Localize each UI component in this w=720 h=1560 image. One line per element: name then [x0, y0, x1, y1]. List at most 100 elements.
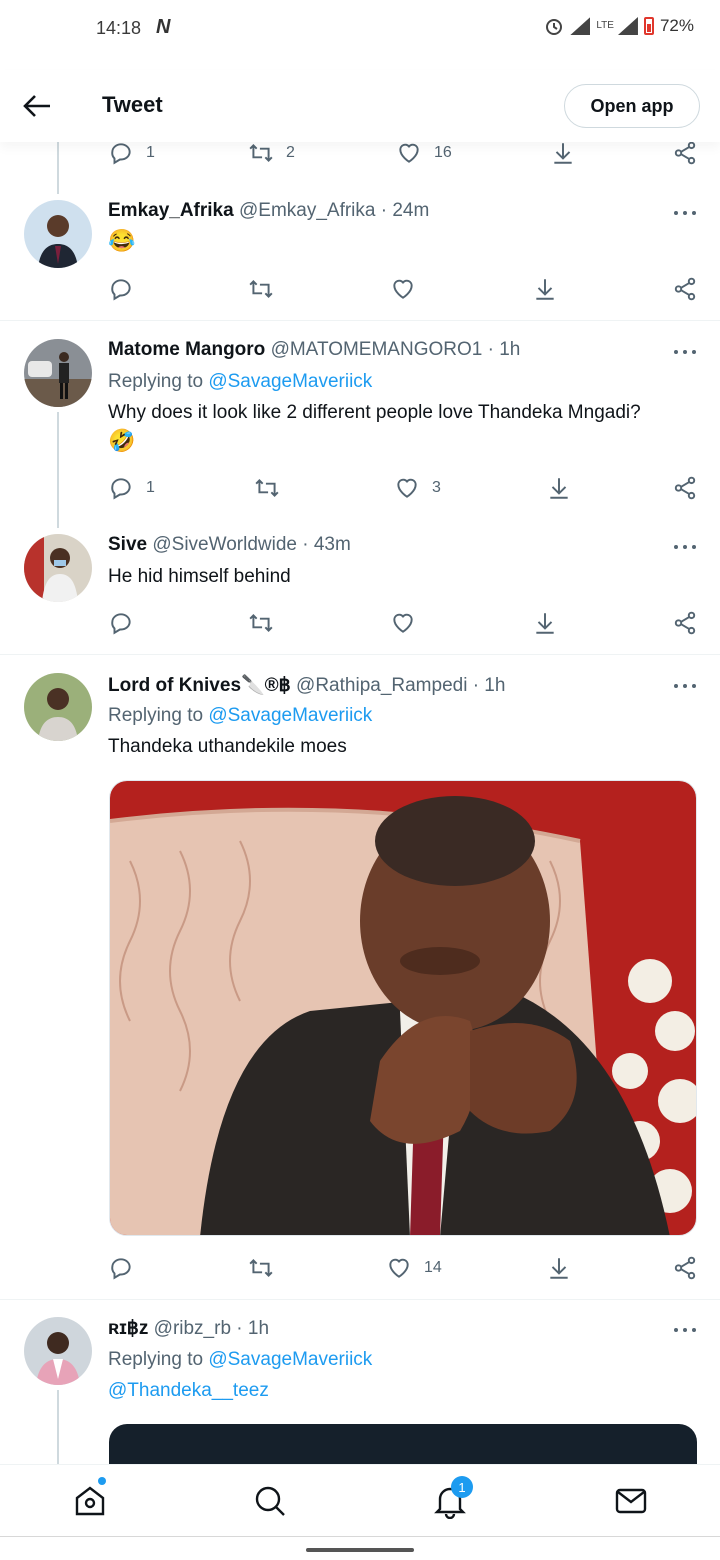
- avatar[interactable]: [24, 1317, 92, 1385]
- more-options-button[interactable]: [674, 1328, 696, 1334]
- thread-line: [57, 142, 59, 194]
- like-count: 16: [434, 144, 452, 161]
- retweet-button[interactable]: [248, 276, 274, 302]
- tweet-photo[interactable]: [109, 780, 697, 1236]
- more-options-button[interactable]: [674, 684, 696, 690]
- handle-time: @Rathipa_Rampedi · 1h: [296, 675, 506, 696]
- share-button[interactable]: [672, 610, 698, 636]
- heart-icon: [393, 613, 413, 633]
- share-button[interactable]: [672, 140, 698, 166]
- download-button[interactable]: [532, 610, 558, 636]
- display-name[interactable]: Lord of Knives🔪®฿: [108, 675, 291, 696]
- retweet-icon: [249, 614, 273, 632]
- tweet-text: He hid himself behind: [108, 566, 291, 587]
- like-button[interactable]: 16: [396, 140, 452, 166]
- reply-button[interactable]: [108, 1255, 134, 1281]
- like-button[interactable]: [390, 276, 416, 302]
- retweet-icon: [249, 280, 273, 298]
- heart-icon: [397, 478, 417, 498]
- share-button[interactable]: [672, 1255, 698, 1281]
- retweet-button[interactable]: [248, 610, 274, 636]
- reply-button[interactable]: [108, 276, 134, 302]
- download-icon: [536, 279, 554, 300]
- retweet-count: 2: [286, 144, 295, 161]
- reply-button[interactable]: 1: [108, 475, 155, 501]
- replying-to-label: Replying to: [108, 371, 209, 392]
- mention-link[interactable]: @SavageMaveriick: [208, 1349, 372, 1370]
- search-icon[interactable]: [252, 1483, 288, 1519]
- notifications-badge: 1: [451, 1476, 473, 1498]
- replying-to: Replying to @SavageMaveriick: [108, 371, 372, 393]
- share-icon: [674, 1256, 696, 1280]
- mention-link[interactable]: @Thandeka__teez: [108, 1380, 269, 1402]
- retweet-button[interactable]: 2: [248, 140, 295, 166]
- display-name[interactable]: Emkay_Afrika: [108, 200, 234, 221]
- tweet-text: 😂: [108, 228, 136, 253]
- tweet-actions: 1 2 16: [108, 140, 700, 168]
- retweet-icon: [255, 479, 279, 497]
- like-count: 14: [424, 1259, 442, 1276]
- network-type: LTE: [596, 20, 614, 31]
- like-button[interactable]: 3: [394, 475, 441, 501]
- more-options-button[interactable]: [674, 211, 696, 217]
- avatar[interactable]: [24, 673, 92, 741]
- download-button[interactable]: [532, 276, 558, 302]
- mention-link[interactable]: @SavageMaveriick: [208, 371, 372, 392]
- battery-icon: [643, 17, 654, 35]
- thread-line: [57, 1390, 59, 1464]
- more-options-button[interactable]: [674, 545, 696, 551]
- tweet-text: Why does it look like 2 different people…: [108, 402, 641, 423]
- like-button[interactable]: 14: [386, 1255, 442, 1281]
- tweet-actions: 14: [108, 1255, 700, 1283]
- tweet-actions: [108, 610, 700, 638]
- reply-button[interactable]: 1: [108, 140, 155, 166]
- reply-count: 1: [146, 144, 155, 161]
- avatar[interactable]: [24, 200, 92, 268]
- retweet-button[interactable]: [254, 475, 280, 501]
- status-icons: LTE 72%: [544, 16, 694, 36]
- back-arrow-icon[interactable]: [22, 92, 52, 120]
- tweet-header: ʀɪ฿ᴢ @ribz_rb · 1h: [108, 1317, 269, 1340]
- retweet-button[interactable]: [248, 1255, 274, 1281]
- page-title: Tweet: [102, 92, 163, 117]
- display-name[interactable]: Sive: [108, 534, 147, 555]
- share-icon: [674, 141, 696, 165]
- battery-percent: 72%: [659, 16, 694, 35]
- tweet-header: Matome Mangoro @MATOMEMANGORO1 · 1h: [108, 339, 520, 361]
- avatar[interactable]: [24, 534, 92, 602]
- like-count: 3: [432, 479, 441, 496]
- reply-icon: [111, 279, 131, 301]
- download-icon: [550, 1258, 568, 1279]
- download-button[interactable]: [546, 475, 572, 501]
- open-app-button[interactable]: Open app: [564, 84, 700, 128]
- tweet-emoji: 🤣: [108, 428, 136, 453]
- status-time: 14:18: [96, 18, 142, 38]
- replying-to-label: Replying to: [108, 1349, 209, 1370]
- reply-icon: [111, 143, 131, 165]
- download-icon: [550, 478, 568, 499]
- tweet-header: Sive @SiveWorldwide · 43m: [108, 534, 351, 556]
- share-icon: [674, 277, 696, 301]
- retweet-icon: [249, 1259, 273, 1277]
- more-options-button[interactable]: [674, 350, 696, 356]
- share-button[interactable]: [672, 276, 698, 302]
- avatar[interactable]: [24, 339, 92, 407]
- wifi-signal-icon: [570, 17, 591, 35]
- display-name[interactable]: ʀɪ฿ᴢ: [108, 1318, 148, 1339]
- messages-icon[interactable]: [613, 1483, 649, 1519]
- mention-link[interactable]: @SavageMaveriick: [208, 705, 372, 726]
- replying-to: Replying to @SavageMaveriick: [108, 705, 372, 727]
- gesture-bar[interactable]: [306, 1548, 414, 1552]
- download-button[interactable]: [546, 1255, 572, 1281]
- heart-icon: [389, 1258, 409, 1278]
- home-icon[interactable]: [72, 1483, 108, 1519]
- like-button[interactable]: [390, 610, 416, 636]
- bottom-nav: 1: [0, 1464, 720, 1537]
- download-button[interactable]: [550, 140, 576, 166]
- share-button[interactable]: [672, 475, 698, 501]
- display-name[interactable]: Matome Mangoro: [108, 339, 265, 360]
- handle-time: @Emkay_Afrika · 24m: [238, 200, 430, 221]
- share-icon: [674, 611, 696, 635]
- reply-button[interactable]: [108, 610, 134, 636]
- cell-signal-icon: [617, 17, 638, 35]
